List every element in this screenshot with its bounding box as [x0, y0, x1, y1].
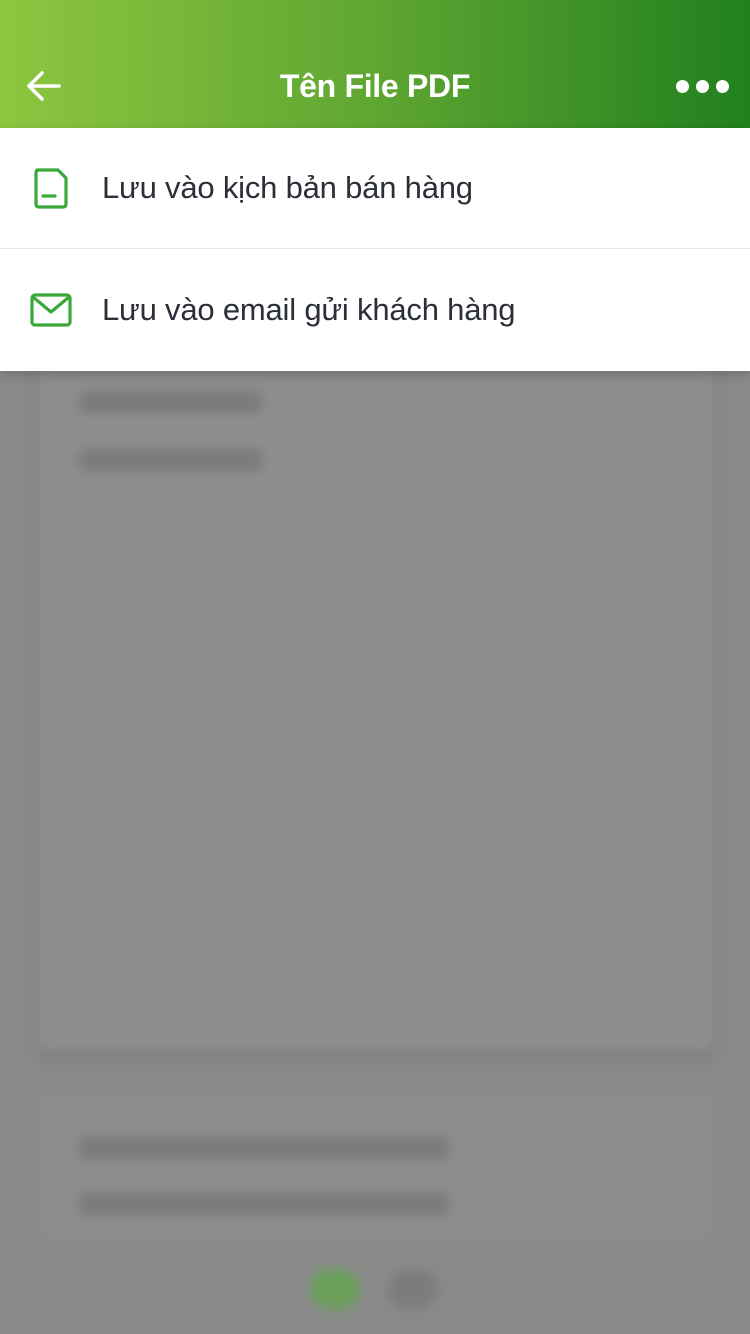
background-button: [310, 1269, 360, 1309]
mail-icon: [28, 287, 74, 333]
more-dot: [695, 79, 709, 93]
save-options-menu: Lưu vào kịch bản bán hàng Lưu vào email …: [0, 128, 750, 371]
background-card: [38, 1093, 714, 1239]
menu-item-label: Lưu vào email gửi khách hàng: [102, 292, 516, 327]
background-line: [78, 1137, 450, 1159]
menu-item-label: Lưu vào kịch bản bán hàng: [102, 170, 473, 205]
app-header: Tên File PDF: [0, 0, 750, 128]
more-dots-icon: [675, 79, 689, 93]
page-title: Tên File PDF: [279, 68, 471, 104]
more-dot: [715, 79, 729, 93]
background-line: [78, 1193, 450, 1215]
background-line: [78, 391, 263, 413]
blurred-background: [0, 351, 750, 1334]
back-button[interactable]: [22, 62, 66, 110]
document-icon: [28, 165, 74, 211]
background-button: [388, 1269, 438, 1309]
more-options-button[interactable]: [672, 70, 732, 102]
menu-item-save-email[interactable]: Lưu vào email gửi khách hàng: [0, 249, 750, 371]
arrow-left-icon: [27, 71, 61, 101]
background-card: [38, 351, 714, 1051]
background-line: [78, 449, 263, 471]
menu-item-save-sales-script[interactable]: Lưu vào kịch bản bán hàng: [0, 128, 750, 249]
